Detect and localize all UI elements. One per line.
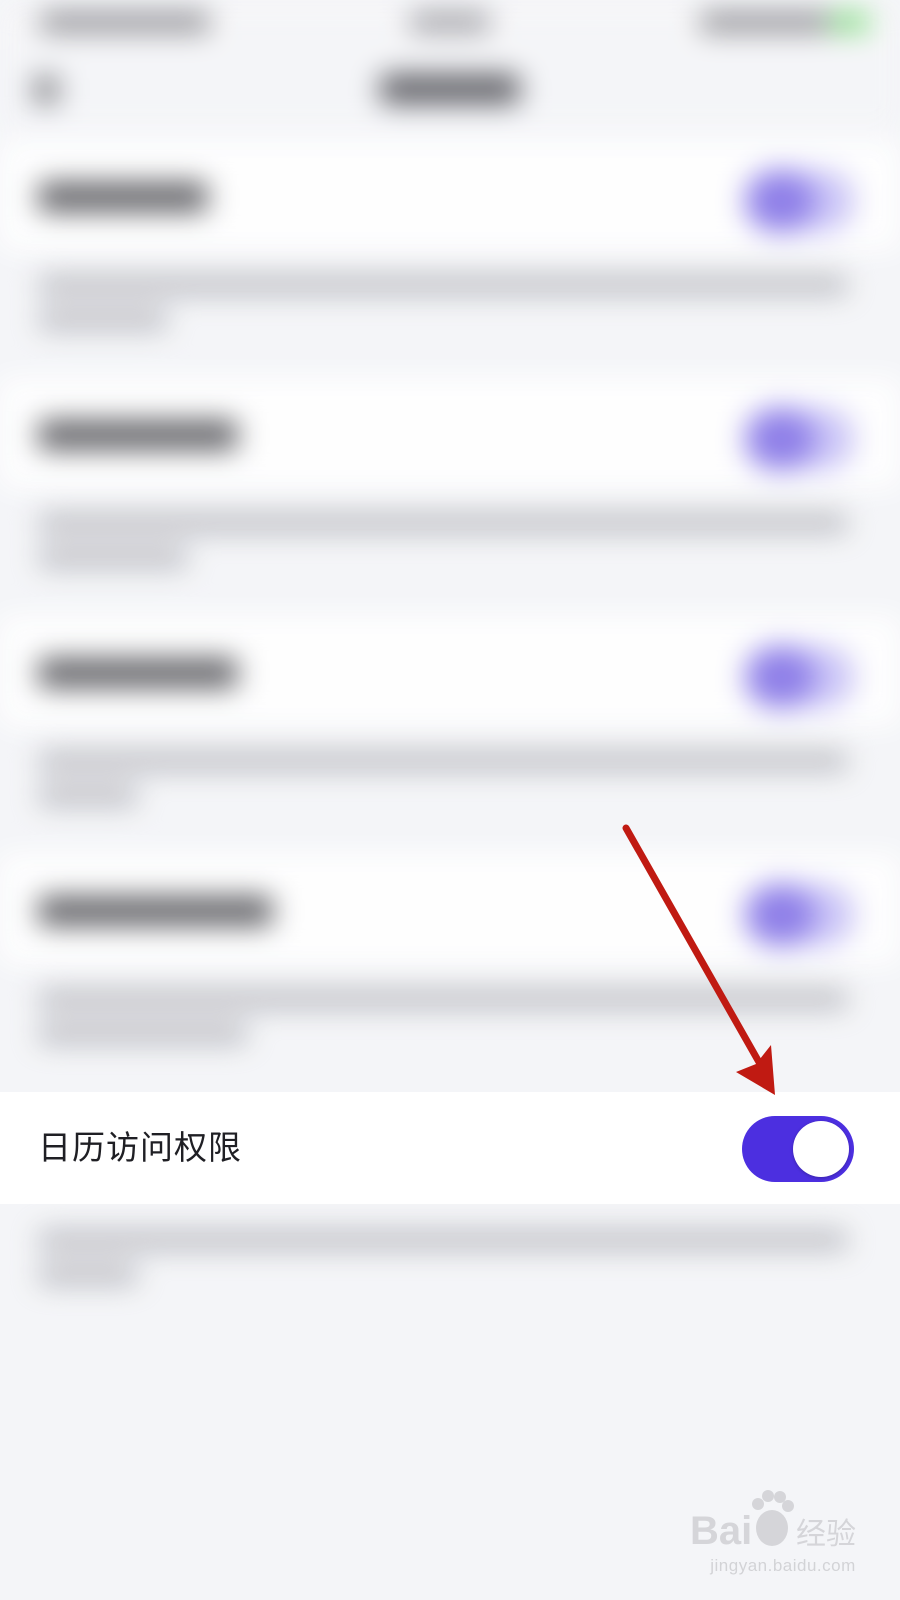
- setting-description: [38, 513, 848, 533]
- setting-description: [38, 1024, 248, 1044]
- setting-description: [38, 751, 848, 771]
- toggle-knob: [745, 408, 815, 470]
- toggle-knob: [793, 1121, 849, 1177]
- blurred-background: [0, 0, 900, 1600]
- calendar-access-row: 日历访问权限: [0, 1092, 900, 1204]
- status-carrier: [40, 12, 210, 32]
- setting-label: [38, 182, 208, 212]
- toggle-knob: [745, 170, 815, 232]
- setting-row: [0, 378, 900, 488]
- setting-description: [38, 989, 848, 1009]
- setting-label: [38, 658, 238, 688]
- watermark: Bai 经验 jingyan.baidu.com: [684, 1470, 884, 1590]
- setting-description: [38, 1230, 848, 1250]
- calendar-access-toggle[interactable]: [742, 1116, 854, 1182]
- battery-icon: [830, 12, 870, 32]
- toggle-knob: [745, 646, 815, 708]
- setting-label: [38, 420, 238, 450]
- setting-toggle[interactable]: [745, 884, 855, 946]
- nav-bar: [0, 50, 900, 130]
- setting-toggle[interactable]: [745, 408, 855, 470]
- setting-row: [0, 616, 900, 726]
- setting-description: [38, 786, 138, 806]
- setting-row: [0, 854, 900, 964]
- setting-toggle[interactable]: [745, 170, 855, 232]
- back-icon[interactable]: [34, 76, 58, 104]
- status-time: [410, 12, 490, 32]
- toggle-knob: [745, 884, 815, 946]
- setting-description: [38, 275, 848, 295]
- setting-toggle[interactable]: [745, 646, 855, 708]
- setting-description: [38, 1265, 138, 1285]
- svg-text:Bai: Bai: [690, 1509, 752, 1553]
- app-screen: 日历访问权限 Bai 经验 jingyan.baidu.com: [0, 0, 900, 1600]
- watermark-url: jingyan.baidu.com: [710, 1556, 856, 1575]
- status-indicators: [700, 12, 830, 32]
- status-bar: [0, 0, 900, 50]
- page-title: [380, 74, 520, 104]
- svg-text:经验: 经验: [796, 1517, 856, 1552]
- calendar-access-label: 日历访问权限: [38, 1128, 242, 1167]
- setting-description: [38, 310, 168, 330]
- setting-row: [0, 140, 900, 250]
- setting-label: [38, 896, 273, 926]
- setting-description: [38, 548, 188, 568]
